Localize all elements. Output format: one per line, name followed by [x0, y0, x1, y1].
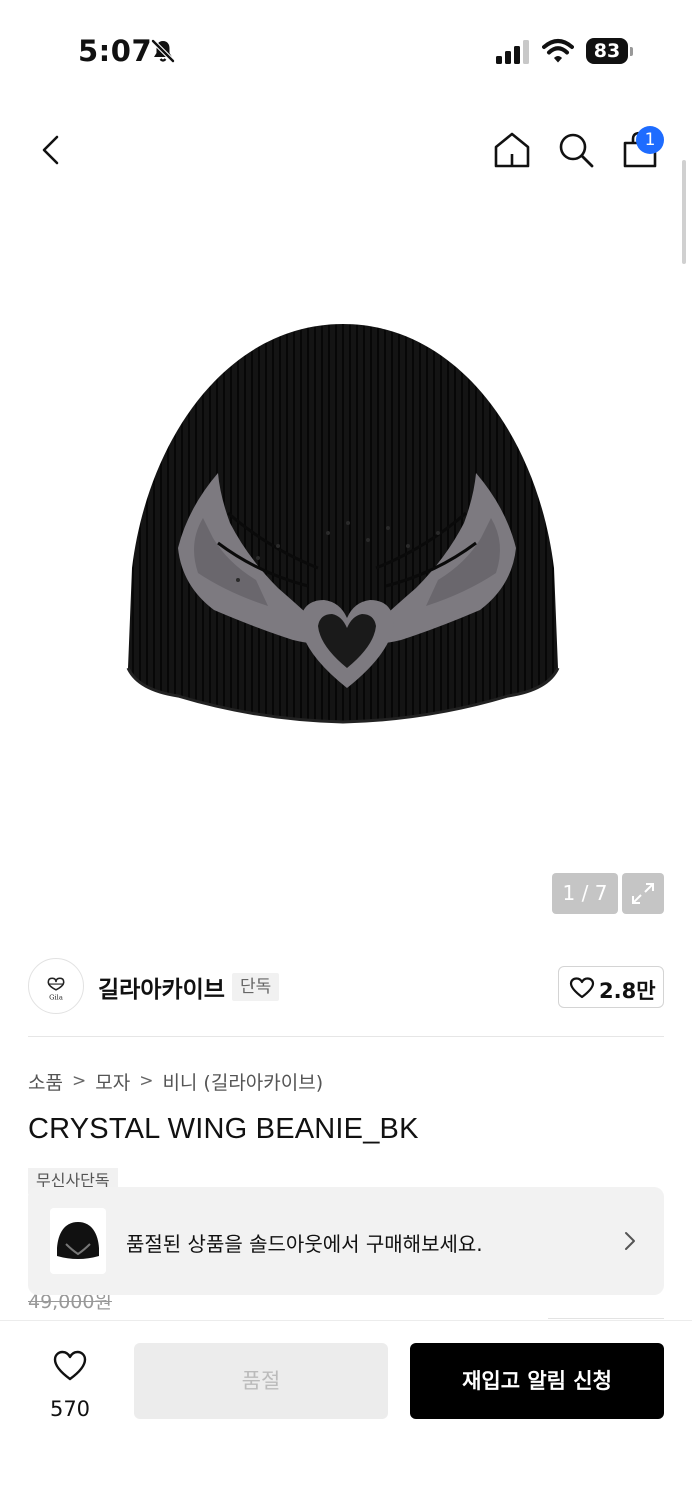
top-navigation — [0, 110, 692, 190]
soldout-button: 품절 — [134, 1343, 388, 1419]
brand-like-button[interactable]: 2.8만 — [558, 966, 664, 1008]
svg-text:Gila: Gila — [49, 994, 63, 1002]
banner-text: 품절된 상품을 솔드아웃에서 구매해보세요. — [126, 1232, 483, 1256]
wishlist-count: 570 — [49, 1397, 91, 1421]
expand-icon[interactable] — [622, 873, 664, 914]
gallery-page-indicator: 1 / 7 — [552, 873, 618, 914]
section-divider — [28, 1036, 664, 1037]
chevron-right-icon: > — [71, 1071, 87, 1091]
soldout-banner[interactable]: 품절된 상품을 솔드아웃에서 구매해보세요. — [28, 1187, 664, 1295]
bottom-action-bar: 570 품절 재입고 알림 신청 — [0, 1320, 692, 1500]
chevron-right-icon — [625, 1232, 635, 1250]
restock-alert-button[interactable]: 재입고 알림 신청 — [410, 1343, 664, 1419]
cellular-signal-icon — [496, 40, 529, 64]
battery-level: 83 — [586, 38, 628, 64]
exclusive-tag: 단독 — [232, 973, 280, 1001]
wifi-icon — [542, 39, 574, 63]
cart-count-badge: 1 — [636, 126, 664, 154]
heart-icon — [569, 977, 595, 999]
scrollbar[interactable] — [682, 160, 686, 264]
breadcrumb-item-category[interactable]: 소품 — [28, 1068, 63, 1095]
chevron-right-icon: > — [139, 1071, 154, 1091]
breadcrumb-item-subcategory[interactable]: 모자 — [95, 1068, 130, 1095]
bell-slash-icon — [151, 39, 175, 63]
status-bar: 5:07 83 — [0, 0, 692, 100]
brand-row: Gila 길라아카이브 단독 2.8만 — [0, 940, 692, 1038]
breadcrumb-item-current[interactable]: 비니 (길라아카이브) — [162, 1068, 323, 1095]
home-icon[interactable] — [488, 126, 536, 174]
search-icon[interactable] — [552, 126, 600, 174]
brand-logo[interactable]: Gila — [28, 958, 84, 1014]
breadcrumb: 소품 > 모자 > 비니 (길라아카이브) — [28, 1066, 323, 1096]
brand-like-count: 2.8만 — [599, 979, 656, 1003]
battery-nub — [630, 47, 633, 56]
brand-name[interactable]: 길라아카이브 — [98, 970, 225, 1004]
heart-icon — [53, 1350, 87, 1381]
product-image-beanie[interactable] — [118, 318, 568, 728]
status-time: 5:07 — [78, 34, 153, 68]
back-chevron-icon[interactable] — [28, 126, 76, 174]
wishlist-button[interactable]: 570 — [30, 1345, 110, 1425]
banner-product-thumbnail — [50, 1208, 106, 1274]
battery-icon: 83 — [586, 38, 634, 64]
product-title: CRYSTAL WING BEANIE_BK — [28, 1113, 419, 1145]
